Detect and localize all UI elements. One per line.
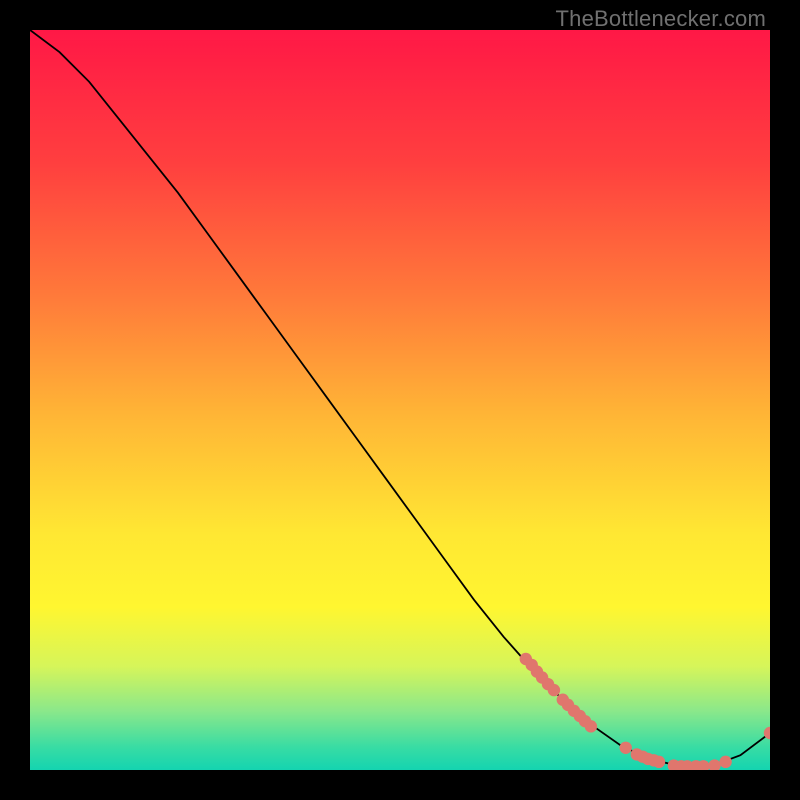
data-marker [585,720,597,732]
data-marker [548,684,560,696]
chart-svg [30,30,770,770]
data-marker [653,756,665,768]
watermark-text: TheBottlenecker.com [556,6,766,32]
data-marker [719,756,731,768]
plot-area [30,30,770,770]
chart-stage: TheBottlenecker.com [0,0,800,800]
gradient-background [30,30,770,770]
data-marker [620,742,632,754]
